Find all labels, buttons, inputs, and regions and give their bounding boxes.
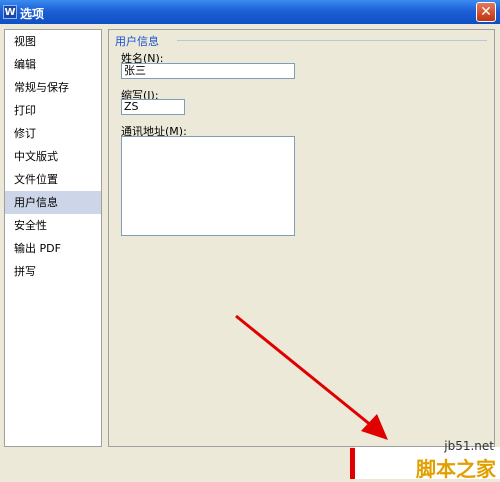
red-arrow-annotation [235, 314, 388, 440]
watermark-name: 脚本之家 [416, 457, 496, 481]
arrow-shaft [235, 314, 373, 428]
watermark-url: jb51.net [444, 439, 494, 453]
watermark-badge: jb51.net 脚本之家 [355, 439, 500, 481]
arrow-head [361, 414, 388, 440]
